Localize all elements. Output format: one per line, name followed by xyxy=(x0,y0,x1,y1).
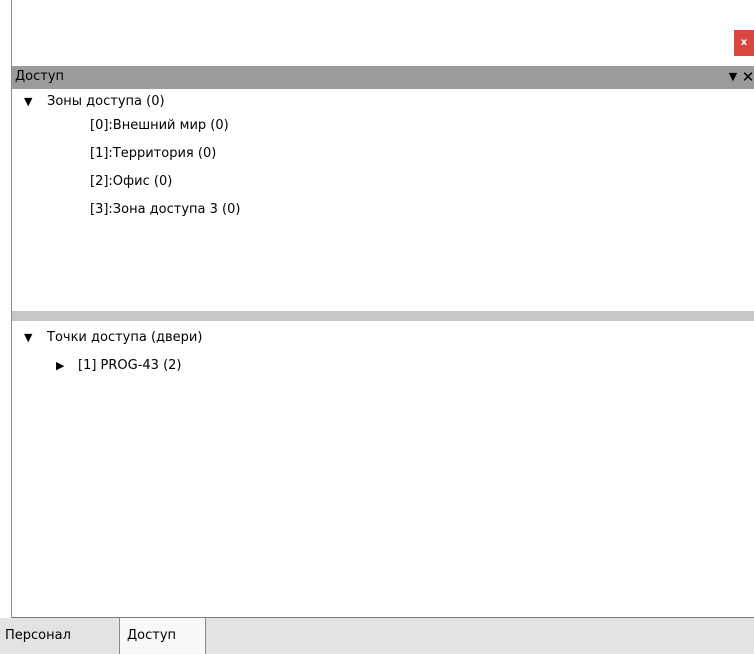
tree-item-door-prog-43[interactable]: ▶ [1] PROG-43 (2) xyxy=(12,353,754,379)
tree-item-zone-2[interactable]: [2]:Офис (0) xyxy=(90,169,172,195)
tree-item-zone-1[interactable]: [1]:Территория (0) xyxy=(90,141,216,167)
window-close-button[interactable]: x xyxy=(734,30,754,56)
tree-node-access-zones[interactable]: ▼ Зоны доступа (0) xyxy=(12,89,754,115)
tree-node-label: Точки доступа (двери) xyxy=(47,330,203,345)
tree-item-zone-3[interactable]: [3]:Зона доступа 3 (0) xyxy=(90,197,240,223)
expand-arrow-icon[interactable]: ▶ xyxy=(56,353,64,379)
collapse-arrow-icon[interactable]: ▼ xyxy=(24,325,32,351)
collapse-arrow-icon[interactable]: ▼ xyxy=(24,89,32,115)
access-zones-tree: ▼ Зоны доступа (0) [0]:Внешний мир (0) [… xyxy=(12,89,754,311)
tree-node-label: Зоны доступа (0) xyxy=(47,94,165,109)
tab-access[interactable]: Доступ xyxy=(119,618,206,654)
panel-splitter[interactable] xyxy=(12,311,754,321)
panel-title: Доступ xyxy=(15,69,65,84)
tree-item-label: [3]:Зона доступа 3 (0) xyxy=(90,202,241,217)
bottom-tab-bar: Персонал Доступ xyxy=(0,618,754,654)
access-points-tree: ▼ Точки доступа (двери) ▶ [1] PROG-43 (2… xyxy=(12,321,754,617)
panel-menu-dropdown-icon[interactable]: ▼ xyxy=(726,68,740,86)
window-top-area xyxy=(12,0,754,66)
tree-item-zone-0[interactable]: [0]:Внешний мир (0) xyxy=(90,113,229,139)
panel-header: Доступ ▼ ✕ xyxy=(12,66,754,89)
tree-item-label: [0]:Внешний мир (0) xyxy=(90,118,229,133)
tree-node-access-points[interactable]: ▼ Точки доступа (двери) xyxy=(12,325,754,351)
app-window: x Доступ ▼ ✕ ▼ Зоны доступа (0) [0]:Внеш… xyxy=(0,0,754,654)
tab-label: Персонал xyxy=(5,628,71,643)
tab-label: Доступ xyxy=(127,628,177,643)
tree-item-label: [1] PROG-43 (2) xyxy=(78,358,182,373)
tree-item-label: [1]:Территория (0) xyxy=(90,146,217,161)
tree-item-label: [2]:Офис (0) xyxy=(90,174,173,189)
panel-close-icon[interactable]: ✕ xyxy=(741,67,754,87)
tab-personnel[interactable]: Персонал xyxy=(0,618,76,654)
